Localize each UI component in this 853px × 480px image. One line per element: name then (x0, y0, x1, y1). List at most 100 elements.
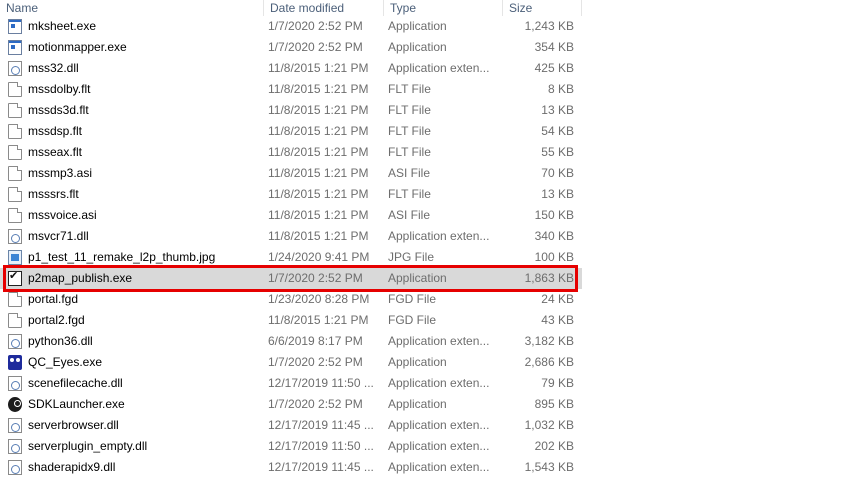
file-size: 55 KB (541, 145, 574, 159)
file-row[interactable]: serverplugin_empty.dll 12/17/2019 11:50 .… (0, 436, 582, 457)
column-header-name[interactable]: Name (0, 0, 263, 16)
file-type: FLT File (388, 124, 431, 138)
file-size: 24 KB (541, 292, 574, 306)
file-name: serverplugin_empty.dll (28, 439, 148, 453)
file-name: mssdsp.flt (28, 124, 83, 138)
file-type: Application (388, 397, 447, 411)
file-size: 2,686 KB (524, 355, 574, 369)
file-size: 354 KB (534, 40, 574, 54)
file-icon (8, 292, 22, 307)
file-row[interactable]: QC_Eyes.exe 1/7/2020 2:52 PM Application 2,… (0, 352, 582, 373)
file-date-modified: 12/17/2019 11:45 ... (268, 460, 374, 474)
file-size: 13 KB (541, 187, 574, 201)
file-size: 150 KB (534, 208, 574, 222)
file-size: 100 KB (534, 250, 574, 264)
file-row[interactable]: python36.dll 6/6/2019 8:17 PM Application … (0, 331, 582, 352)
file-row[interactable]: mssvoice.asi 11/8/2015 1:21 PM ASI File 150… (0, 205, 582, 226)
file-icon (8, 124, 22, 139)
file-size: 1,543 KB (524, 460, 574, 474)
file-row[interactable]: mksheet.exe 1/7/2020 2:52 PM Application 1,… (0, 16, 582, 37)
column-header-bar: Name Date modified Type Size (0, 0, 582, 16)
file-date-modified: 11/8/2015 1:21 PM (268, 313, 369, 327)
file-row[interactable]: scenefilecache.dll 12/17/2019 11:50 ... Ap… (0, 373, 582, 394)
application-icon (8, 40, 22, 55)
file-type: FLT File (388, 82, 431, 96)
file-size: 1,032 KB (524, 418, 574, 432)
file-name: p1_test_11_remake_l2p_thumb.jpg (28, 250, 216, 264)
file-icon (8, 82, 22, 97)
file-type: Application exten... (388, 460, 490, 474)
file-name: msseax.flt (28, 145, 83, 159)
file-row[interactable]: motionmapper.exe 1/7/2020 2:52 PM Applicat… (0, 37, 582, 58)
file-date-modified: 1/7/2020 2:52 PM (268, 355, 363, 369)
file-type: Application exten... (388, 61, 490, 75)
file-name: QC_Eyes.exe (28, 355, 103, 369)
file-size: 340 KB (534, 229, 574, 243)
file-row[interactable]: serverbrowser.dll 12/17/2019 11:45 ... App… (0, 415, 582, 436)
file-icon (8, 166, 22, 181)
file-type: Application (388, 355, 447, 369)
file-type: ASI File (388, 208, 431, 222)
file-date-modified: 1/24/2020 9:41 PM (268, 250, 370, 264)
file-name: p2map_publish.exe (28, 271, 133, 285)
file-size: 425 KB (534, 61, 574, 75)
file-type: FLT File (388, 187, 431, 201)
file-date-modified: 1/7/2020 2:52 PM (268, 40, 363, 54)
file-name: shaderapidx9.dll (28, 460, 116, 474)
checkbox-app-icon (8, 269, 22, 286)
file-type: Application exten... (388, 229, 490, 243)
file-row[interactable]: portal2.fgd 11/8/2015 1:21 PM FGD File 43 K… (0, 310, 582, 331)
file-row[interactable]: msvcr71.dll 11/8/2015 1:21 PM Application … (0, 226, 582, 247)
file-type: ASI File (388, 166, 431, 180)
file-type: Application exten... (388, 439, 490, 453)
file-size: 3,182 KB (524, 334, 574, 348)
file-name: mssmp3.asi (28, 166, 93, 180)
file-date-modified: 1/7/2020 2:52 PM (268, 397, 363, 411)
column-header-date-modified[interactable]: Date modified (263, 0, 383, 16)
file-date-modified: 12/17/2019 11:45 ... (268, 418, 374, 432)
steam-icon (8, 397, 22, 412)
file-icon (8, 103, 22, 118)
file-icon (8, 145, 22, 160)
file-icon (8, 187, 22, 202)
file-type: Application exten... (388, 418, 490, 432)
file-date-modified: 11/8/2015 1:21 PM (268, 82, 369, 96)
file-date-modified: 11/8/2015 1:21 PM (268, 166, 369, 180)
file-row[interactable]: mssmp3.asi 11/8/2015 1:21 PM ASI File 70 KB (0, 163, 582, 184)
file-row[interactable]: SDKLauncher.exe 1/7/2020 2:52 PM Applicati… (0, 394, 582, 415)
file-row[interactable]: p2map_publish.exe 1/7/2020 2:52 PM Applica… (0, 268, 582, 289)
file-type: Application (388, 271, 447, 285)
file-row[interactable]: mssdsp.flt 11/8/2015 1:21 PM FLT File 54 KB (0, 121, 582, 142)
file-size: 79 KB (541, 376, 574, 390)
file-type: Application (388, 19, 447, 33)
file-date-modified: 11/8/2015 1:21 PM (268, 208, 369, 222)
file-row[interactable]: shaderapidx9.dll 12/17/2019 11:45 ... Appl… (0, 457, 582, 478)
file-date-modified: 6/6/2019 8:17 PM (268, 334, 363, 348)
file-row[interactable]: portal.fgd 1/23/2020 8:28 PM FGD File 24 KB (0, 289, 582, 310)
file-date-modified: 11/8/2015 1:21 PM (268, 103, 369, 117)
file-date-modified: 12/17/2019 11:50 ... (268, 439, 374, 453)
qc-eyes-icon (8, 355, 22, 370)
column-header-type[interactable]: Type (383, 0, 502, 16)
file-row[interactable]: msseax.flt 11/8/2015 1:21 PM FLT File 55 KB (0, 142, 582, 163)
column-header-size[interactable]: Size (502, 0, 582, 16)
file-type: Application (388, 40, 447, 54)
file-size: 13 KB (541, 103, 574, 117)
file-row[interactable]: p1_test_11_remake_l2p_thumb.jpg 1/24/2020… (0, 247, 582, 268)
file-date-modified: 1/7/2020 2:52 PM (268, 271, 363, 285)
file-row[interactable]: msssrs.flt 11/8/2015 1:21 PM FLT File 13 KB (0, 184, 582, 205)
file-size: 1,863 KB (524, 271, 574, 285)
file-row[interactable]: mssdolby.flt 11/8/2015 1:21 PM FLT File 8 K… (0, 79, 582, 100)
file-date-modified: 11/8/2015 1:21 PM (268, 61, 369, 75)
image-icon (8, 250, 22, 265)
file-row[interactable]: mssds3d.flt 11/8/2015 1:21 PM FLT File 13 K… (0, 100, 582, 121)
dll-icon (8, 334, 22, 349)
file-date-modified: 11/8/2015 1:21 PM (268, 145, 369, 159)
file-size: 70 KB (541, 166, 574, 180)
file-type: JPG File (388, 250, 435, 264)
dll-icon (8, 61, 22, 76)
file-row[interactable]: mss32.dll 11/8/2015 1:21 PM Application ex… (0, 58, 582, 79)
file-size: 43 KB (541, 313, 574, 327)
dll-icon (8, 229, 22, 244)
dll-icon (8, 376, 22, 391)
